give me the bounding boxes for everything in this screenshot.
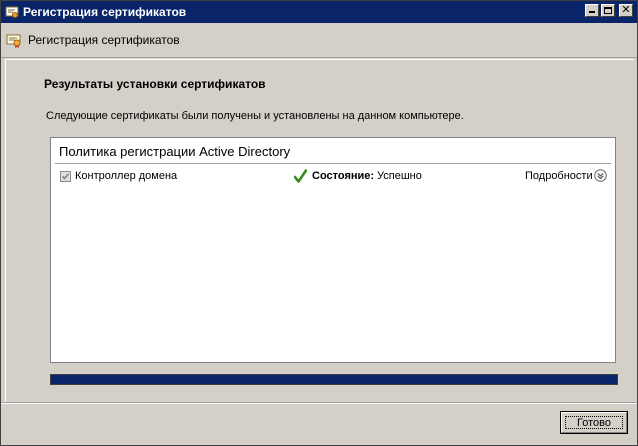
list-item: Контроллер домена Состояние: Успешно Под… xyxy=(51,167,615,185)
maximize-icon xyxy=(604,7,612,14)
window-title: Регистрация сертификатов xyxy=(23,5,187,19)
minimize-icon xyxy=(589,11,595,13)
close-icon: ✕ xyxy=(621,4,631,16)
status-value: Успешно xyxy=(377,170,422,182)
done-button-label: Готово xyxy=(577,416,611,429)
checkmark-icon xyxy=(61,173,70,180)
maximize-button[interactable] xyxy=(601,4,615,17)
status-label: Состояние: xyxy=(312,170,375,182)
policy-results-list: Политика регистрации Active Directory Ко… xyxy=(50,137,616,363)
title-bar[interactable]: Регистрация сертификатов ✕ xyxy=(1,1,637,23)
done-button[interactable]: Готово xyxy=(560,411,628,434)
page-description: Следующие сертификаты были получены и ус… xyxy=(46,110,464,122)
certificate-icon xyxy=(5,6,19,18)
success-check-icon xyxy=(294,169,307,183)
header-divider xyxy=(1,57,637,58)
wizard-header: Регистрация сертификатов xyxy=(1,23,637,57)
details-link[interactable]: Подробности xyxy=(525,170,593,182)
progress-bar xyxy=(50,374,618,385)
footer-divider-highlight xyxy=(1,403,637,404)
enrollment-window: Регистрация сертификатов ✕ Регистрация с… xyxy=(0,0,638,446)
minimize-button[interactable] xyxy=(585,4,599,17)
wizard-title: Регистрация сертификатов xyxy=(28,33,180,47)
page-title: Результаты установки сертификатов xyxy=(44,77,266,91)
certificate-name: Контроллер домена xyxy=(75,170,178,182)
content-panel: Результаты установки сертификатов Следую… xyxy=(5,59,634,402)
certificate-icon xyxy=(6,34,21,48)
policy-name: Политика регистрации Active Directory xyxy=(59,144,291,159)
policy-divider xyxy=(55,163,611,164)
window-controls: ✕ xyxy=(585,4,633,17)
certificate-checkbox[interactable] xyxy=(60,171,71,182)
close-button[interactable]: ✕ xyxy=(619,4,633,17)
chevron-down-icon[interactable] xyxy=(594,169,607,182)
